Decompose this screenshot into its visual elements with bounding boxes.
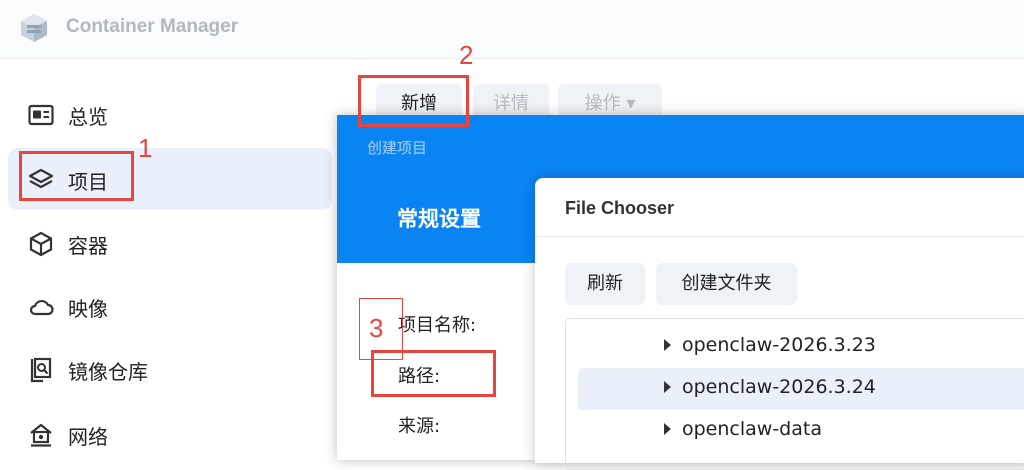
tree-item-selected[interactable]: openclaw-2026.3.24 xyxy=(578,368,1024,410)
sidebar: 总览 项目 容器 映像 镜像仓库 网络 xyxy=(0,59,340,455)
annotation-number-step2: 2 xyxy=(459,40,474,70)
overview-card-icon xyxy=(28,104,54,126)
sidebar-item-label: 网络 xyxy=(68,425,108,449)
expand-arrow-icon[interactable] xyxy=(664,339,671,351)
dialog-title: 创建项目 xyxy=(367,139,428,157)
refresh-button[interactable]: 刷新 xyxy=(565,263,645,305)
sidebar-item-label: 总览 xyxy=(68,105,108,129)
tree-item[interactable]: openclaw-2026.3.23 xyxy=(578,326,1024,368)
title-bar: Container Manager xyxy=(0,0,1024,59)
annotation-box-step1 xyxy=(19,151,134,201)
app-title: Container Manager xyxy=(66,16,239,37)
file-chooser-title: File Chooser xyxy=(565,198,675,218)
annotation-box-step3 xyxy=(371,350,496,397)
expand-arrow-icon[interactable] xyxy=(664,381,671,393)
tree-item-label: openclaw-2026.3.23 xyxy=(682,334,876,356)
file-chooser-dialog: File Chooser 刷新 创建文件夹 openclaw-2026.3.23… xyxy=(535,178,1024,470)
folder-tree: openclaw-2026.3.23 openclaw-2026.3.24 op… xyxy=(565,318,1024,470)
sidebar-item-network[interactable]: 网络 xyxy=(8,403,332,465)
sidebar-item-label: 镜像仓库 xyxy=(68,360,148,384)
tab-general-settings[interactable]: 常规设置 xyxy=(397,203,481,233)
expand-arrow-icon[interactable] xyxy=(664,423,671,435)
sidebar-item-label: 容器 xyxy=(68,234,108,258)
cloud-icon xyxy=(29,299,54,316)
sidebar-item-label: 映像 xyxy=(68,297,108,321)
sidebar-item-registry[interactable]: 镜像仓库 xyxy=(8,338,332,400)
sidebar-item-container[interactable]: 容器 xyxy=(8,212,332,274)
sidebar-item-image[interactable]: 映像 xyxy=(8,275,332,337)
container-manager-logo-icon xyxy=(21,14,47,42)
tree-item-label: openclaw-data xyxy=(682,418,822,440)
annotation-number-step1: 1 xyxy=(138,133,153,163)
sidebar-item-overview[interactable]: 总览 xyxy=(8,83,332,145)
divider xyxy=(535,236,1024,237)
annotation-number-step3: 3 xyxy=(369,313,384,343)
project-name-label: 项目名称: xyxy=(398,315,477,336)
create-folder-button[interactable]: 创建文件夹 xyxy=(656,263,797,305)
tree-item[interactable]: openclaw-data xyxy=(578,410,1024,452)
cube-icon xyxy=(29,231,53,257)
registry-search-icon xyxy=(30,357,52,383)
network-icon xyxy=(30,423,52,447)
annotation-box-step2 xyxy=(358,75,469,127)
source-label: 来源: xyxy=(398,416,441,437)
tree-item-label: openclaw-2026.3.24 xyxy=(682,376,876,398)
